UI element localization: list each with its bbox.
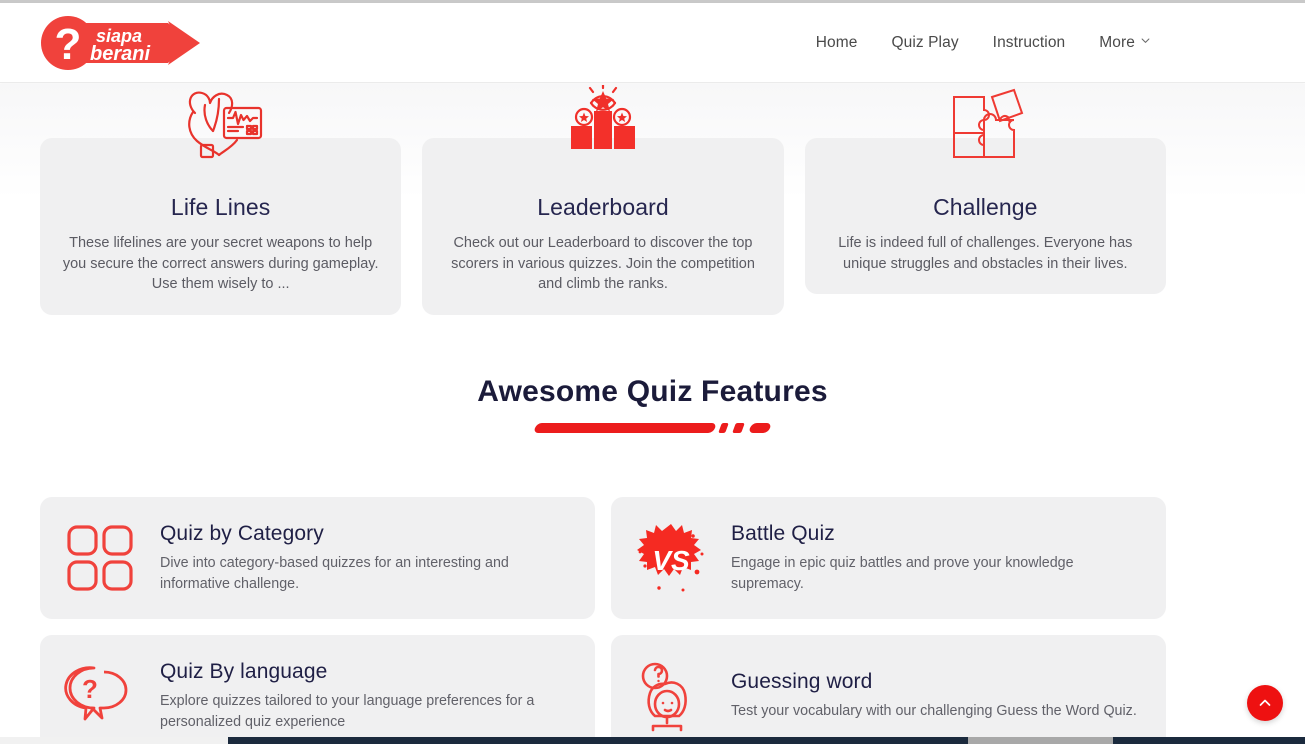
scrollbar-thumb[interactable] [968, 737, 1113, 744]
hero-card-life-lines[interactable]: Life Lines These lifelines are your secr… [40, 91, 402, 315]
site-logo[interactable]: ? siapa berani [40, 15, 205, 71]
scrollbar-track-right[interactable] [1113, 737, 1305, 744]
feature-text-block: Quiz by Category Dive into category-base… [160, 522, 571, 594]
feature-card-description: Dive into category-based quizzes for an … [160, 554, 509, 592]
feature-card-quiz-by-category[interactable]: Quiz by Category Dive into category-base… [40, 497, 595, 619]
svg-text:?: ? [82, 674, 98, 704]
feature-text-block: Battle Quiz Engage in epic quiz battles … [731, 522, 1142, 594]
title-underline-decoration [533, 420, 772, 436]
nav-item-label: More [1099, 33, 1135, 51]
awesome-quiz-features-heading: Awesome Quiz Features [0, 375, 1305, 436]
horizontal-scrollbar[interactable] [0, 737, 1305, 744]
underline-dash-3 [748, 423, 772, 433]
feature-text-block: Quiz By language Explore quizzes tailore… [160, 660, 571, 732]
hero-card-challenge[interactable]: Challenge Life is indeed full of challen… [804, 88, 1166, 295]
nav-item-quiz-play[interactable]: Quiz Play [874, 28, 975, 58]
hero-card-title: Leaderboard [537, 194, 669, 220]
scroll-to-top-button[interactable] [1247, 685, 1283, 721]
scrollbar-track[interactable] [0, 737, 228, 744]
nav-item-instruction[interactable]: Instruction [976, 28, 1083, 58]
hero-feature-section: Life Lines These lifelines are your secr… [0, 84, 1305, 334]
quiz-features-grid: Quiz by Category Dive into category-base… [40, 497, 1166, 744]
speech-bubbles-question-icon: ? [62, 658, 138, 734]
nav-item-label: Instruction [992, 33, 1066, 51]
feature-card-quiz-by-language[interactable]: ? Quiz By language Explore quizzes tailo… [40, 635, 595, 744]
grid-four-squares-icon [62, 520, 138, 596]
main-navigation: Home Quiz Play Instruction More [799, 28, 1167, 58]
hero-card-title: Life Lines [170, 194, 271, 220]
nav-item-label: Quiz Play [891, 33, 959, 51]
feature-card-description: Test your vocabulary with our challengin… [731, 703, 1137, 720]
svg-text:?: ? [55, 20, 82, 69]
feature-card-description: Engage in epic quiz battles and prove yo… [731, 554, 1074, 592]
nav-item-label: Home [815, 33, 858, 51]
siapa-berani-logo-icon: ? siapa berani [41, 15, 200, 70]
puzzle-pieces-icon [933, 83, 1037, 163]
hero-card-description: Check out our Leaderboard to discover th… [451, 235, 755, 293]
vs-splatter-icon: VS [633, 520, 709, 596]
hero-card-description: Life is indeed full of challenges. Every… [838, 235, 1133, 272]
hero-card-row: Life Lines These lifelines are your secr… [40, 85, 1166, 315]
underline-dash-1 [718, 423, 729, 433]
podium-leaderboard-icon [551, 83, 655, 163]
underline-dash-2 [732, 423, 745, 433]
chevron-down-icon [1141, 38, 1150, 43]
feature-card-battle-quiz[interactable]: VS Battle Quiz Engage in epic quiz battl… [611, 497, 1166, 619]
feature-card-title: Quiz by Category [160, 521, 324, 545]
nav-item-more[interactable]: More [1082, 28, 1167, 58]
svg-text:VS: VS [652, 545, 690, 576]
feature-card-title: Battle Quiz [731, 521, 835, 545]
site-header: ? siapa berani Home Quiz Play Instructio… [0, 3, 1305, 83]
heart-ecg-monitor-icon [169, 83, 273, 163]
section-title: Awesome Quiz Features [477, 375, 828, 408]
person-thinking-question-icon [633, 658, 709, 734]
chevron-up-icon [1259, 699, 1271, 706]
feature-card-title: Quiz By language [160, 659, 328, 683]
nav-item-home[interactable]: Home [799, 28, 875, 58]
hero-card-title: Challenge [933, 194, 1038, 220]
feature-card-title: Guessing word [731, 670, 873, 694]
underline-bar [533, 423, 717, 433]
hero-card-leaderboard[interactable]: Leaderboard Check out our Leaderboard to… [422, 85, 784, 315]
page-viewport: ? siapa berani Home Quiz Play Instructio… [0, 0, 1305, 744]
svg-text:berani: berani [90, 43, 150, 65]
hero-card-description: These lifelines are your secret weapons … [62, 235, 379, 293]
feature-card-description: Explore quizzes tailored to your languag… [160, 692, 535, 730]
feature-card-guessing-word[interactable]: Guessing word Test your vocabulary with … [611, 635, 1166, 744]
feature-text-block: Guessing word Test your vocabulary with … [731, 670, 1142, 722]
